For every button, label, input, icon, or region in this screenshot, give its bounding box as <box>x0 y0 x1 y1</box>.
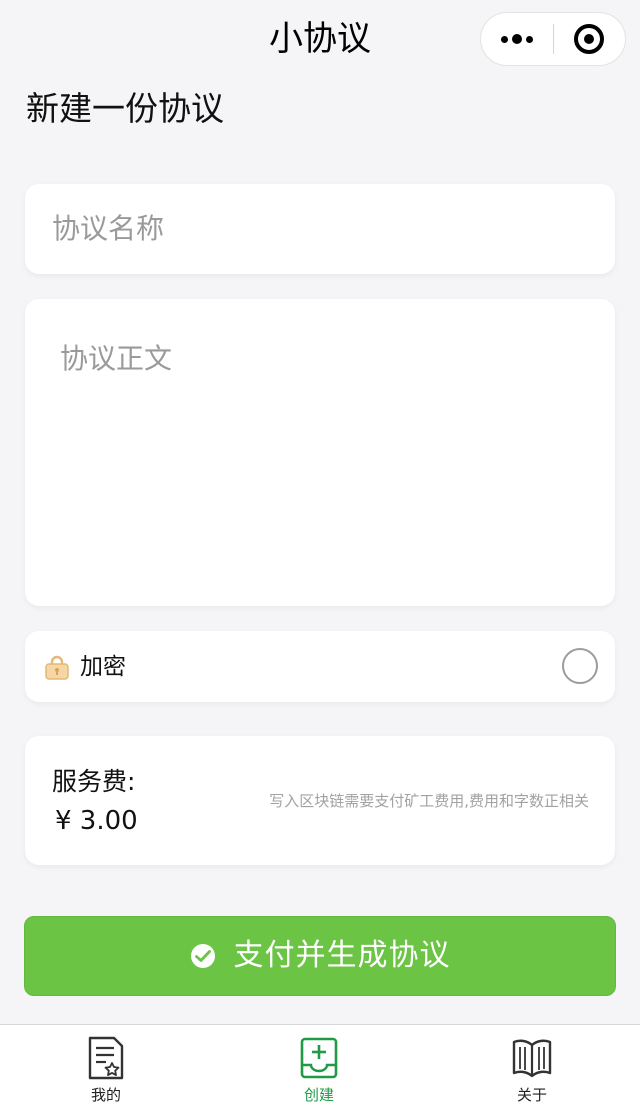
tab-about-label: 关于 <box>516 1086 547 1104</box>
service-fee-label: 服务费: <box>52 767 136 796</box>
lock-icon <box>45 655 69 680</box>
pay-button-content: 支付并生成协议 <box>190 936 451 976</box>
tab-mine-label: 我的 <box>90 1086 121 1104</box>
target-circle-icon <box>574 24 605 54</box>
tab-mine[interactable]: 我的 <box>46 1025 166 1108</box>
encrypt-row[interactable]: 加密 <box>25 631 615 702</box>
pay-and-generate-button[interactable]: 支付并生成协议 <box>24 916 616 996</box>
agreement-body-placeholder: 协议正文 <box>60 342 173 375</box>
pay-button-label: 支付并生成协议 <box>233 938 451 973</box>
document-star-icon <box>88 1036 124 1080</box>
more-button[interactable] <box>481 13 553 65</box>
service-fee-amount: ¥ 3.00 <box>55 806 138 836</box>
tab-bar: 我的 创建 关于 <box>0 1024 640 1108</box>
service-fee-note: 写入区块链需要支付矿工费用,费用和字数正相关 <box>269 792 589 810</box>
miniapp-capsule <box>480 12 626 66</box>
add-box-icon <box>300 1037 338 1079</box>
page-title: 新建一份协议 <box>26 89 224 128</box>
agreement-name-input[interactable]: 协议名称 <box>25 184 615 274</box>
close-miniapp-button[interactable] <box>554 13 626 65</box>
service-fee-card: 服务费: ¥ 3.00 写入区块链需要支付矿工费用,费用和字数正相关 <box>25 736 615 865</box>
more-dots-icon <box>500 34 533 44</box>
agreement-name-placeholder: 协议名称 <box>52 212 165 245</box>
encrypt-radio[interactable] <box>562 648 598 684</box>
screen: 小协议 新建一份协议 协议名称 协议正文 加密 服务费: ¥ 3.00 写入区块… <box>0 0 640 1108</box>
encrypt-label: 加密 <box>80 654 126 680</box>
tab-create-label: 创建 <box>303 1086 334 1104</box>
tab-about[interactable]: 关于 <box>472 1025 592 1108</box>
agreement-body-textarea[interactable]: 协议正文 <box>25 299 615 606</box>
wechat-pay-icon <box>190 944 215 968</box>
tab-create[interactable]: 创建 <box>259 1025 379 1108</box>
open-book-icon <box>512 1039 552 1078</box>
